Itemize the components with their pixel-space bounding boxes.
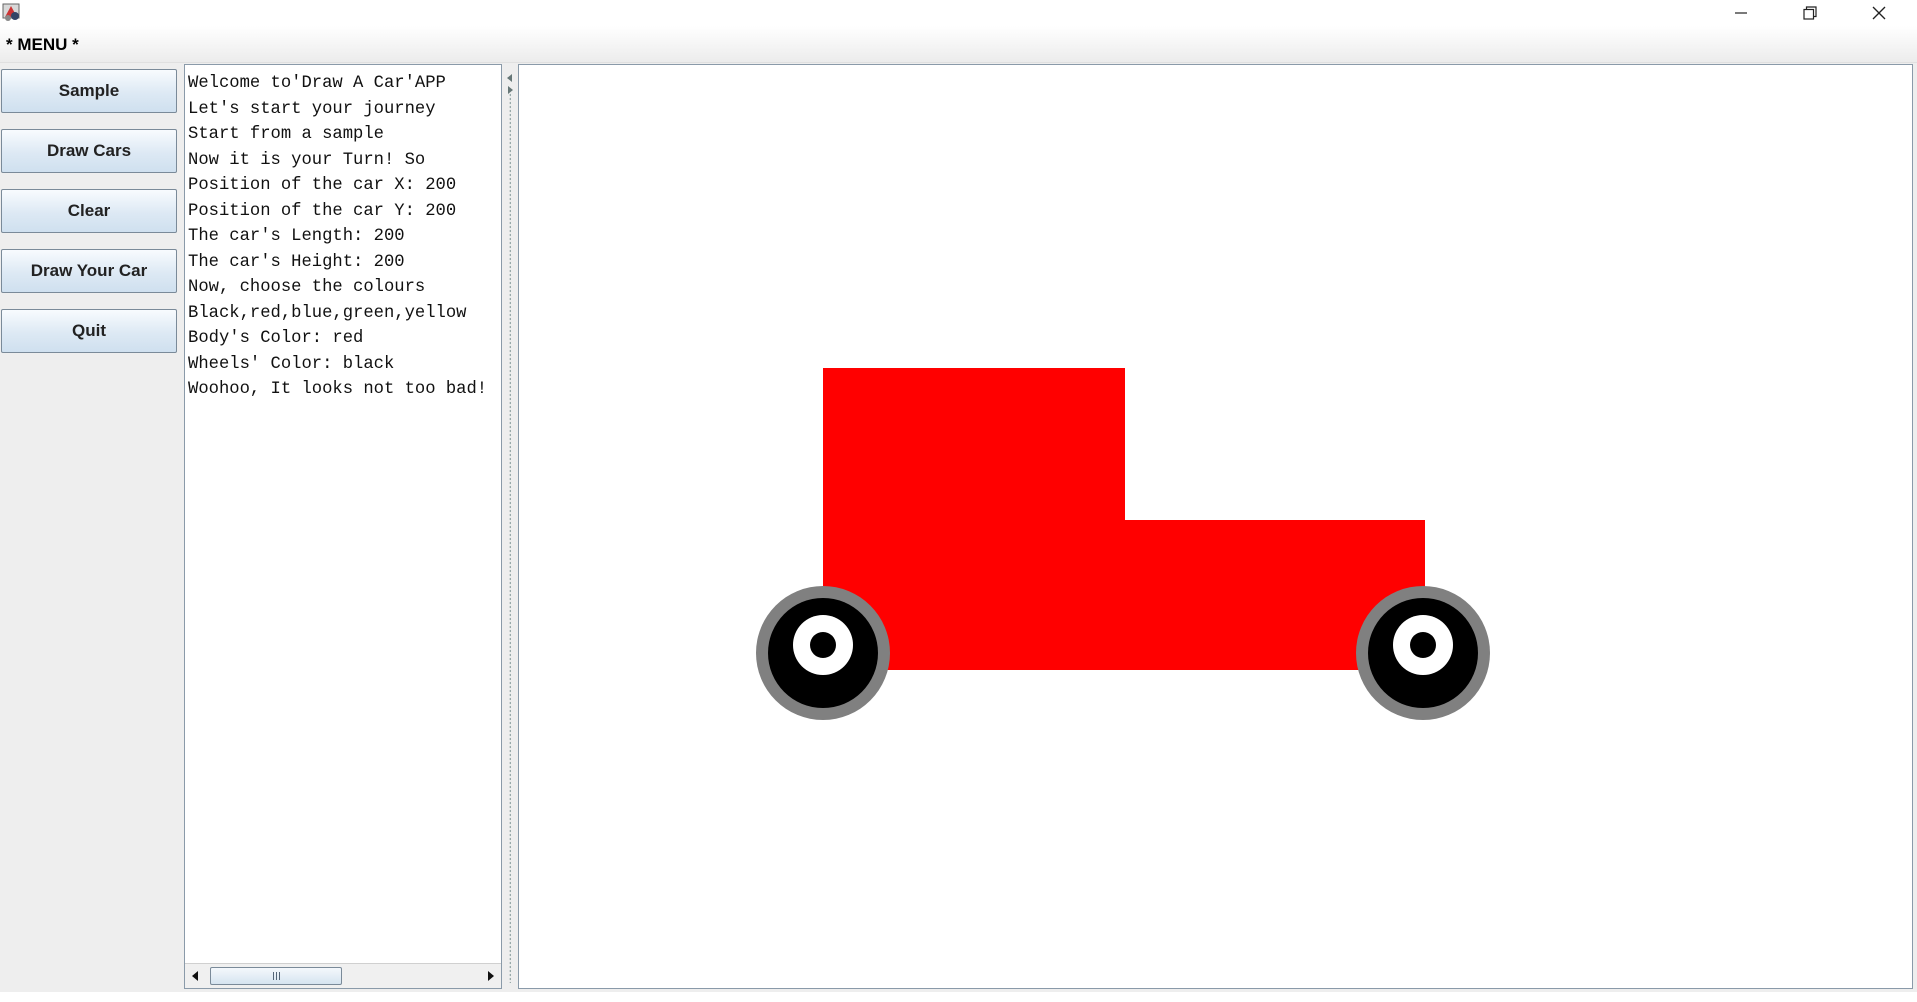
clear-button[interactable]: Clear — [1, 189, 177, 233]
quit-button[interactable]: Quit — [1, 309, 177, 353]
scroll-right-button[interactable] — [481, 966, 501, 986]
restore-button[interactable] — [1781, 0, 1839, 26]
console-line: Now it is your Turn! So — [188, 150, 426, 170]
console-line: The car's Length: 200 — [188, 227, 405, 246]
horizontal-scrollbar[interactable] — [185, 963, 501, 988]
console-line: Welcome to'Draw A Car'APP — [188, 74, 446, 93]
title-bar — [0, 0, 1917, 26]
button-panel: Sample Draw Cars Clear Draw Your Car Qui… — [0, 63, 183, 992]
console-line: The car's Height: 200 — [188, 252, 405, 272]
menu-bar: * MENU * — [0, 26, 1917, 63]
window-bottom-edge — [0, 992, 1917, 1002]
console-line: Black,red,blue,green,yellow — [188, 303, 467, 323]
console-line: Now, choose the colours — [188, 278, 426, 297]
console-line: Start from a sample — [188, 125, 384, 144]
console-line: Wheels' Color: black — [188, 354, 395, 374]
scroll-left-button[interactable] — [185, 966, 205, 986]
close-button[interactable] — [1850, 0, 1908, 26]
console-line: Woohoo, It looks not too bad! — [188, 380, 488, 399]
triangle-right-icon — [488, 971, 494, 981]
console-line: Position of the car X: 200 — [188, 176, 457, 195]
menu-title[interactable]: * MENU * — [6, 35, 79, 55]
split-pane-divider[interactable] — [503, 63, 517, 992]
console-text-area[interactable]: Welcome to'Draw A Car'APP Let's start you… — [185, 65, 501, 962]
draw-your-car-button[interactable]: Draw Your Car — [1, 249, 177, 293]
grip-icon — [272, 972, 280, 980]
car-drawing — [756, 368, 1490, 720]
drawing-canvas[interactable] — [518, 64, 1913, 989]
rear-wheel — [1356, 586, 1490, 720]
divider-texture — [509, 93, 511, 983]
front-wheel — [756, 586, 890, 720]
console-line: Let's start your journey — [188, 99, 436, 119]
console-line: Body's Color: red — [188, 329, 364, 348]
minimize-icon — [1735, 12, 1747, 14]
console-line: Position of the car Y: 200 — [188, 201, 457, 221]
restore-icon — [1803, 6, 1817, 20]
draw-cars-button[interactable]: Draw Cars — [1, 129, 177, 173]
sample-button[interactable]: Sample — [1, 69, 177, 113]
scroll-thumb[interactable] — [210, 967, 342, 985]
console-scroll-pane: Welcome to'Draw A Car'APP Let's start you… — [184, 64, 502, 989]
main-content: Sample Draw Cars Clear Draw Your Car Qui… — [0, 63, 1917, 992]
app-window: * MENU * Sample Draw Cars Clear Draw You… — [0, 0, 1917, 1002]
minimize-button[interactable] — [1712, 0, 1770, 26]
close-icon — [1872, 6, 1886, 20]
triangle-left-icon — [192, 971, 198, 981]
java-app-icon — [1, 1, 23, 23]
